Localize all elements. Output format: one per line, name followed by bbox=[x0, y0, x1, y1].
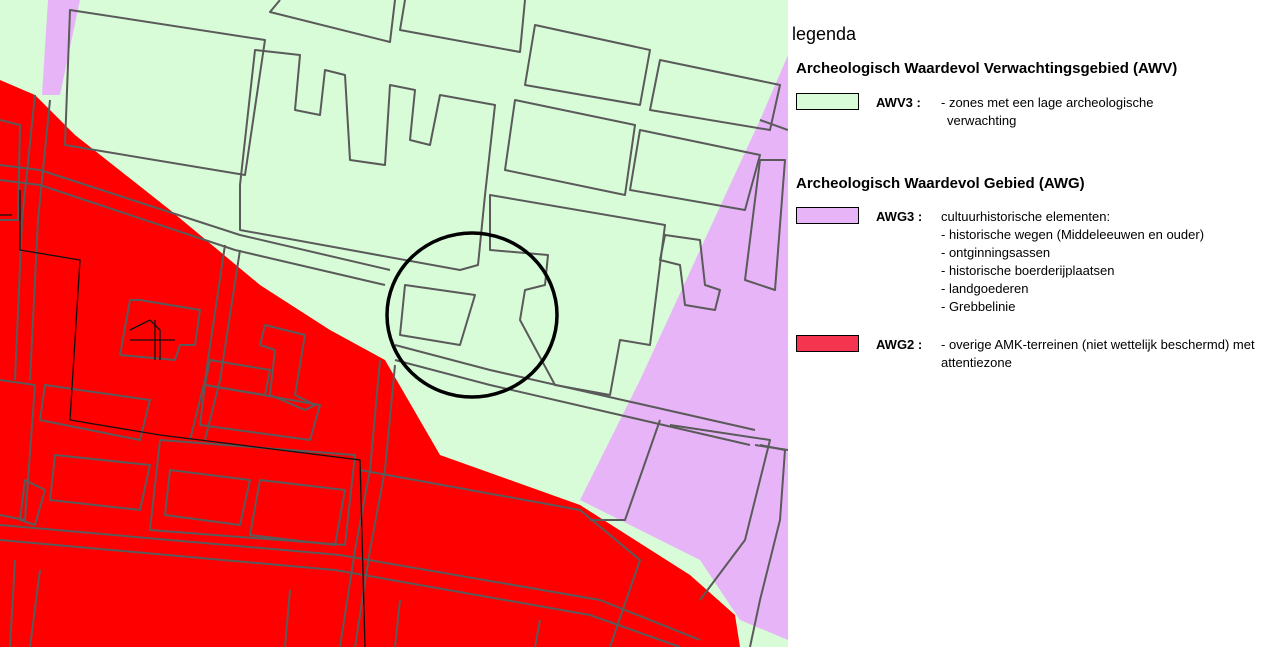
desc-awg3-line-6: - Grebbelinie bbox=[941, 299, 1016, 314]
swatch-awv3 bbox=[796, 93, 859, 110]
desc-awg3-line-2: - historische wegen (Middeleeuwen en oud… bbox=[941, 227, 1205, 242]
swatch-awg2 bbox=[796, 335, 859, 352]
desc-awg3-line-3: - ontginningsassen bbox=[941, 245, 1051, 260]
desc-awv3-line-2: verwachting bbox=[947, 113, 1017, 128]
map-canvas[interactable] bbox=[0, 0, 788, 647]
swatch-awg3 bbox=[796, 207, 859, 224]
code-awv3: AWV3 : bbox=[876, 95, 921, 110]
desc-awg2: - overige AMK-terreinen (niet wettelijk … bbox=[941, 336, 1255, 372]
desc-awg3-line-4: - historische boerderijplaatsen bbox=[941, 263, 1115, 278]
desc-awg2-line-1: - overige AMK-terreinen (niet wettelijk … bbox=[941, 337, 1255, 352]
code-awg2: AWG2 : bbox=[876, 337, 923, 352]
desc-awv3-line-1: - zones met een lage archeologische bbox=[941, 95, 1154, 110]
section-heading-awv: Archeologisch Waardevol Verwachtingsgebi… bbox=[796, 60, 1178, 77]
code-awg3: AWG3 : bbox=[876, 209, 923, 224]
desc-awg2-line-2: attentiezone bbox=[941, 355, 1012, 370]
desc-awg3: cultuurhistorische elementen: - historis… bbox=[941, 208, 1204, 316]
map-legend: legenda Archeologisch Waardevol Verwacht… bbox=[788, 0, 1269, 647]
desc-awg3-line-5: - landgoederen bbox=[941, 281, 1029, 296]
legend-title: legenda bbox=[792, 24, 857, 44]
desc-awg3-line-1: cultuurhistorische elementen: bbox=[941, 209, 1111, 224]
section-heading-awg: Archeologisch Waardevol Gebied (AWG) bbox=[796, 175, 1085, 192]
desc-awv3: - zones met een lage archeologische verw… bbox=[941, 94, 1153, 130]
